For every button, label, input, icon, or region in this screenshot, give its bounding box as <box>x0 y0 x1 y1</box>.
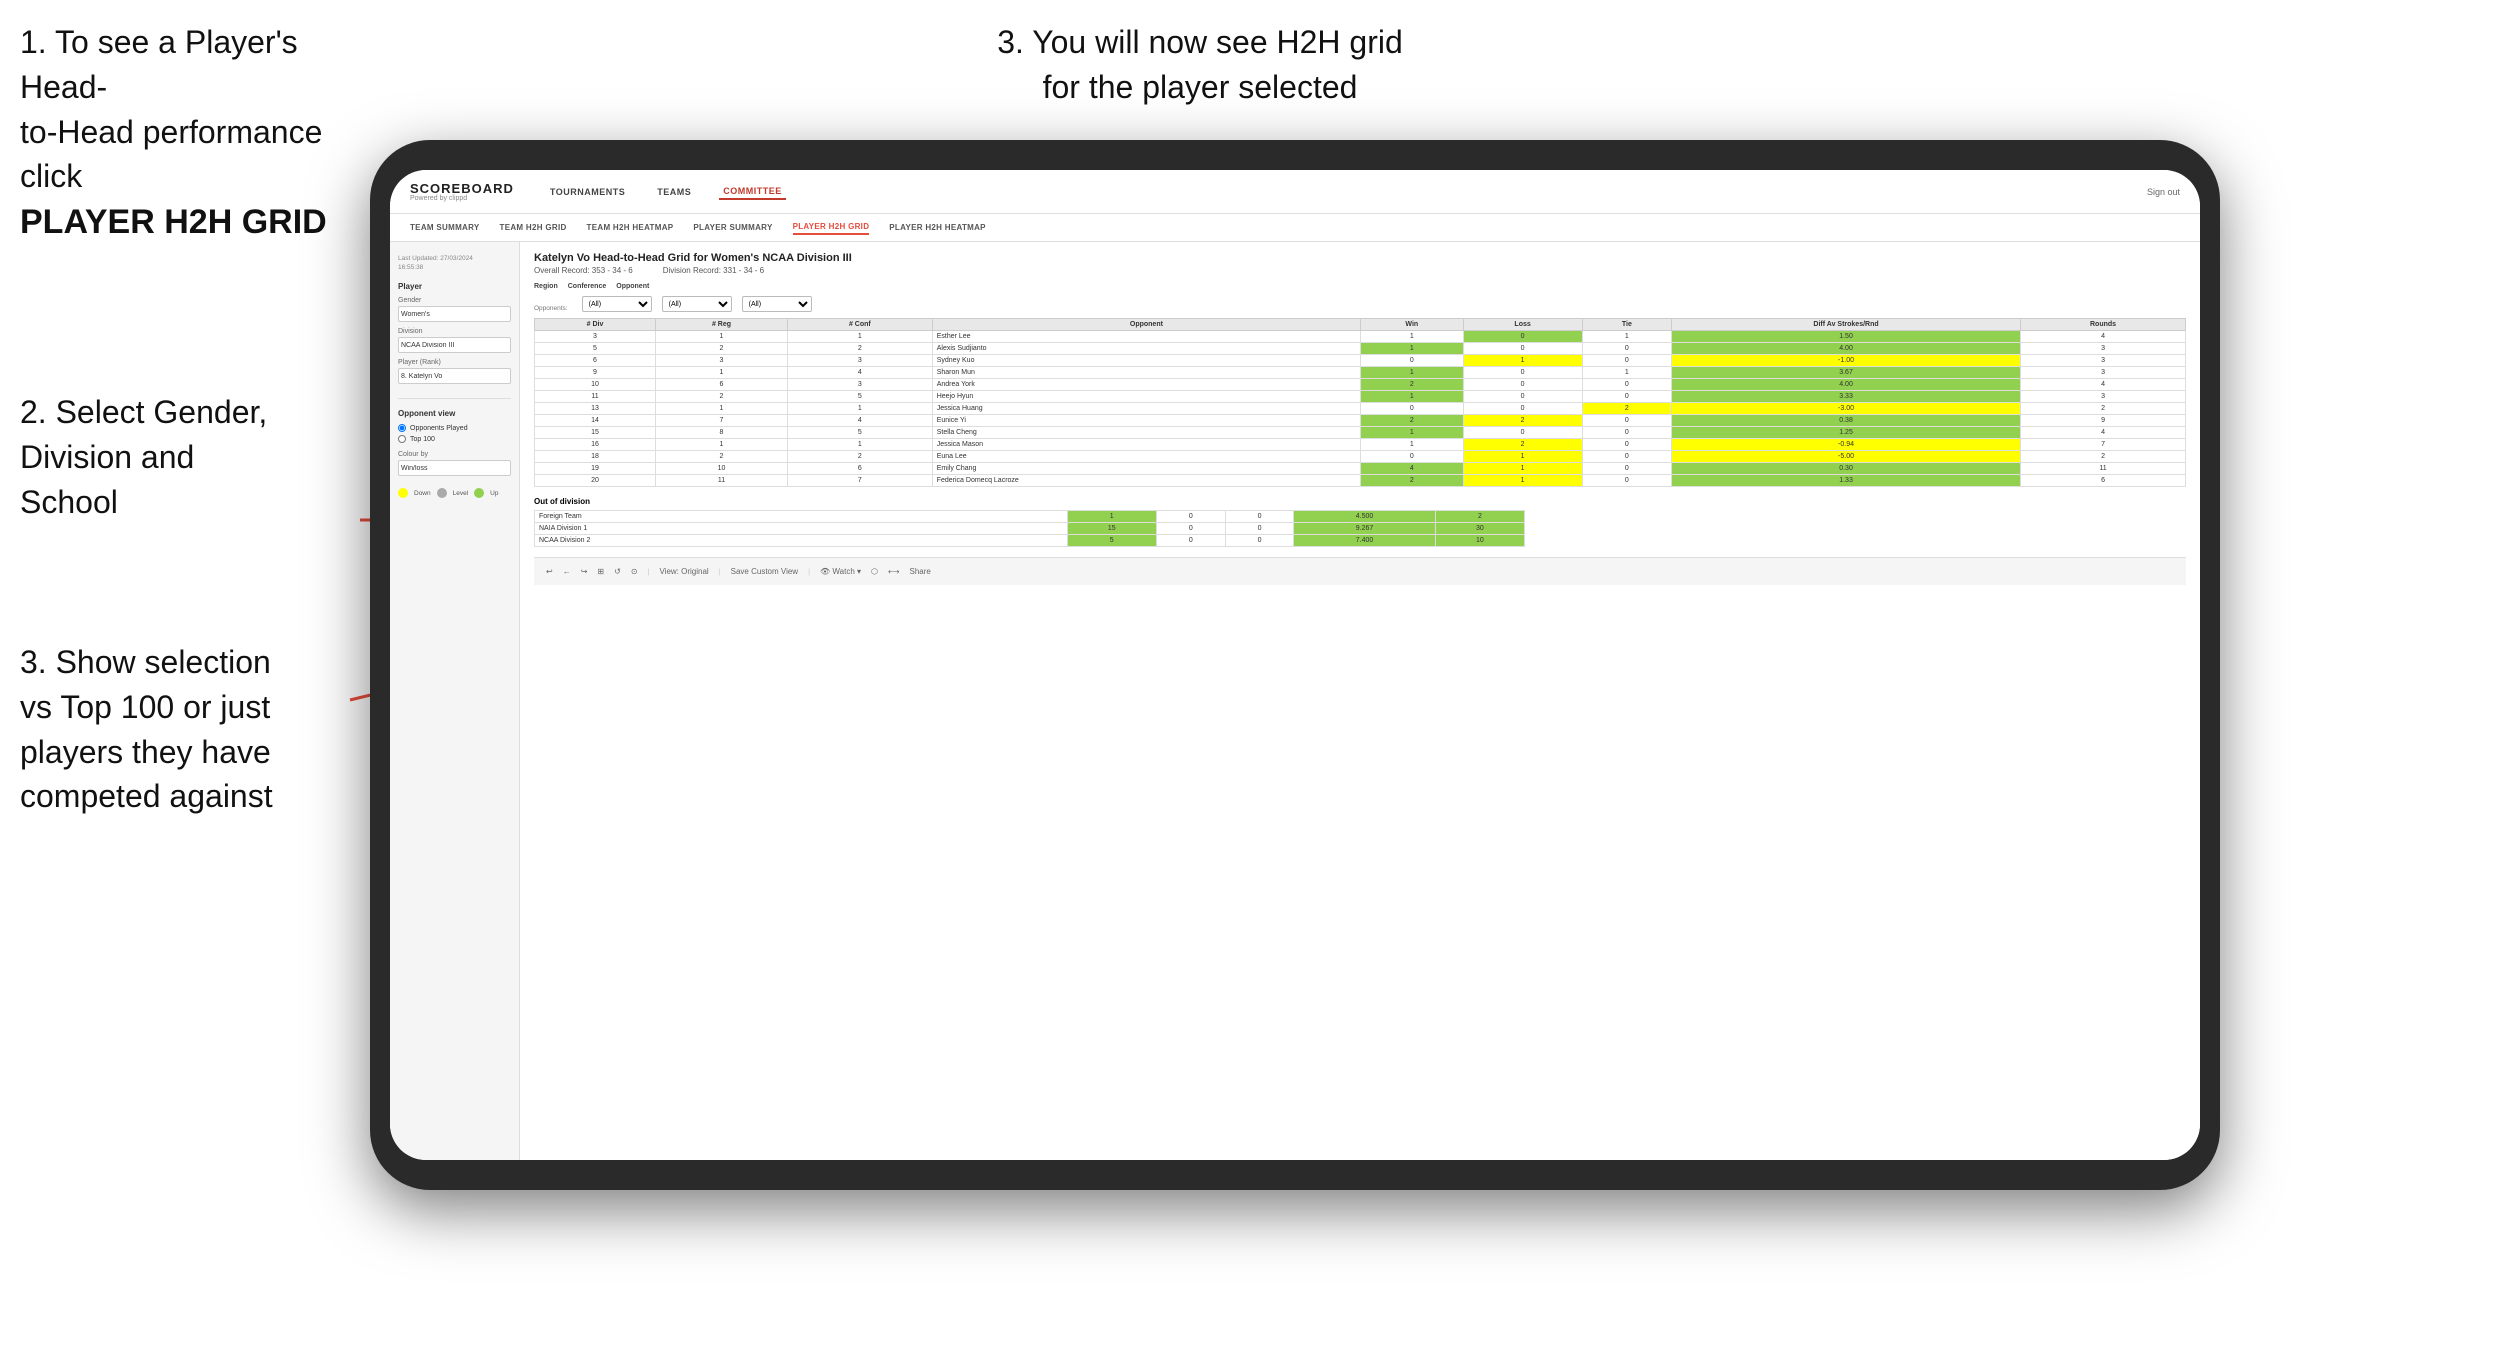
sign-out-button[interactable]: Sign out <box>2147 187 2180 197</box>
table-row: 9 1 4 Sharon Mun 1 0 1 3.67 3 <box>535 367 2186 379</box>
colour-dot-level <box>437 488 447 498</box>
sub-navbar: TEAM SUMMARY TEAM H2H GRID TEAM H2H HEAT… <box>390 214 2200 242</box>
main-content: Last Updated: 27/03/202416:55:38 Player … <box>390 242 2200 1160</box>
table-row: Foreign Team 1 0 0 4.500 2 <box>535 511 1525 523</box>
toolbar-view-original[interactable]: View: Original <box>659 567 708 576</box>
region-filter-select[interactable]: (All) <box>582 296 652 312</box>
toolbar-arrows[interactable]: ⟷ <box>888 567 899 576</box>
colour-legend: Down Level Up <box>398 488 511 498</box>
toolbar-grid[interactable]: ⊞ <box>597 567 604 576</box>
toolbar-undo[interactable]: ↩ <box>546 567 553 576</box>
table-row: 6 3 3 Sydney Kuo 0 1 0 -1.00 3 <box>535 355 2186 367</box>
colour-dot-up <box>474 488 484 498</box>
nav-committee[interactable]: COMMITTEE <box>719 184 786 200</box>
toolbar-redo[interactable]: ↪ <box>581 567 588 576</box>
radio-opponents-played[interactable]: Opponents Played <box>398 424 511 432</box>
out-of-division-section: Out of division Foreign Team 1 0 0 4.500… <box>534 497 2186 547</box>
grid-subtitle: Overall Record: 353 - 34 - 6 Division Re… <box>534 266 2186 275</box>
toolbar-save-custom[interactable]: Save Custom View <box>731 567 798 576</box>
filter-row: Region Conference Opponent <box>534 283 2186 290</box>
col-conf: # Conf <box>787 319 932 331</box>
filter-region: Region <box>534 283 558 290</box>
tablet-screen: SCOREBOARD Powered by clippd TOURNAMENTS… <box>390 170 2200 1160</box>
instruction-top-right: 3. You will now see H2H gridfor the play… <box>950 20 1450 110</box>
nav-teams[interactable]: TEAMS <box>653 185 695 199</box>
player-section-title: Player <box>398 282 511 291</box>
toolbar-watch[interactable]: 👁 Watch ▾ <box>820 567 861 576</box>
col-tie: Tie <box>1582 319 1671 331</box>
main-navbar: SCOREBOARD Powered by clippd TOURNAMENTS… <box>390 170 2200 214</box>
table-row: 14 7 4 Eunice Yi 2 2 0 0.38 9 <box>535 415 2186 427</box>
sub-nav-player-summary[interactable]: PLAYER SUMMARY <box>693 221 772 234</box>
toolbar-share[interactable]: Share <box>909 567 930 576</box>
sidebar: Last Updated: 27/03/202416:55:38 Player … <box>390 242 520 1160</box>
col-rounds: Rounds <box>2021 319 2186 331</box>
toolbar-back[interactable]: ← <box>563 567 571 576</box>
toolbar-refresh[interactable]: ↺ <box>614 567 621 576</box>
opponent-filter-select[interactable]: (All) <box>742 296 812 312</box>
table-row: NAIA Division 1 15 0 0 9.267 30 <box>535 523 1525 535</box>
table-row: NCAA Division 2 5 0 0 7.400 10 <box>535 535 1525 547</box>
colour-by-label: Colour by <box>398 451 511 458</box>
table-row: 11 2 5 Heejo Hyun 1 0 0 3.33 3 <box>535 391 2186 403</box>
col-div: # Div <box>535 319 656 331</box>
tablet-frame: SCOREBOARD Powered by clippd TOURNAMENTS… <box>370 140 2220 1190</box>
opponent-view-radios: Opponents Played Top 100 <box>398 424 511 443</box>
toolbar-circle[interactable]: ⊙ <box>631 567 638 576</box>
radio-top100[interactable]: Top 100 <box>398 435 511 443</box>
colour-dot-down <box>398 488 408 498</box>
out-of-division-label: Out of division <box>534 497 2186 506</box>
conference-filter-select[interactable]: (All) <box>662 296 732 312</box>
sub-nav-team-h2h-grid[interactable]: TEAM H2H GRID <box>500 221 567 234</box>
table-row: 19 10 6 Emily Chang 4 1 0 0.30 11 <box>535 463 2186 475</box>
col-loss: Loss <box>1463 319 1582 331</box>
filter-opponent: Opponent <box>616 283 649 290</box>
sub-nav-team-h2h-heatmap[interactable]: TEAM H2H HEATMAP <box>587 221 674 234</box>
division-select[interactable]: NCAA Division III <box>398 337 511 353</box>
filter-conference: Conference <box>568 283 607 290</box>
logo: SCOREBOARD Powered by clippd <box>410 182 514 202</box>
colour-by-select[interactable]: Win/loss <box>398 460 511 476</box>
grid-title: Katelyn Vo Head-to-Head Grid for Women's… <box>534 252 2186 264</box>
table-row: 16 1 1 Jessica Mason 1 2 0 -0.94 7 <box>535 439 2186 451</box>
toolbar-hex[interactable]: ⬡ <box>871 567 878 576</box>
table-row: 3 1 1 Esther Lee 1 0 1 1.50 4 <box>535 331 2186 343</box>
table-row: 13 1 1 Jessica Huang 0 0 2 -3.00 2 <box>535 403 2186 415</box>
gender-label: Gender <box>398 297 511 304</box>
opponent-view-title: Opponent view <box>398 409 511 418</box>
col-opponent: Opponent <box>932 319 1360 331</box>
col-reg: # Reg <box>656 319 788 331</box>
sub-nav-player-h2h-heatmap[interactable]: PLAYER H2H HEATMAP <box>889 221 986 234</box>
out-of-division-table: Foreign Team 1 0 0 4.500 2 NAIA Division… <box>534 510 1525 547</box>
table-row: 20 11 7 Federica Domecq Lacroze 2 1 0 1.… <box>535 475 2186 487</box>
bottom-toolbar: ↩ ← ↪ ⊞ ↺ ⊙ | View: Original | Save Cust… <box>534 557 2186 585</box>
instruction-top-left: 1. To see a Player's Head- to-Head perfo… <box>20 20 380 247</box>
filter-selects-row: Opponents: (All) (All) (All) <box>534 296 2186 312</box>
nav-tournaments[interactable]: TOURNAMENTS <box>546 185 629 199</box>
table-row: 5 2 2 Alexis Sudjianto 1 0 0 4.00 3 <box>535 343 2186 355</box>
table-row: 18 2 2 Euna Lee 0 1 0 -5.00 2 <box>535 451 2186 463</box>
division-label: Division <box>398 328 511 335</box>
sub-nav-player-h2h-grid[interactable]: PLAYER H2H GRID <box>793 220 870 235</box>
last-updated: Last Updated: 27/03/202416:55:38 <box>398 254 511 272</box>
player-rank-select[interactable]: 8. Katelyn Vo <box>398 368 511 384</box>
col-win: Win <box>1361 319 1463 331</box>
sub-nav-team-summary[interactable]: TEAM SUMMARY <box>410 221 480 234</box>
instruction-mid-left: 2. Select Gender, Division and School <box>20 390 360 524</box>
gender-select[interactable]: Women's <box>398 306 511 322</box>
instruction-bot-left: 3. Show selection vs Top 100 or just pla… <box>20 640 360 819</box>
table-row: 15 8 5 Stella Cheng 1 0 0 1.25 4 <box>535 427 2186 439</box>
grid-area: Katelyn Vo Head-to-Head Grid for Women's… <box>520 242 2200 1160</box>
h2h-table: # Div # Reg # Conf Opponent Win Loss Tie… <box>534 318 2186 487</box>
table-row: 10 6 3 Andrea York 2 0 0 4.00 4 <box>535 379 2186 391</box>
player-rank-label: Player (Rank) <box>398 359 511 366</box>
col-diff: Diff Av Strokes/Rnd <box>1672 319 2021 331</box>
